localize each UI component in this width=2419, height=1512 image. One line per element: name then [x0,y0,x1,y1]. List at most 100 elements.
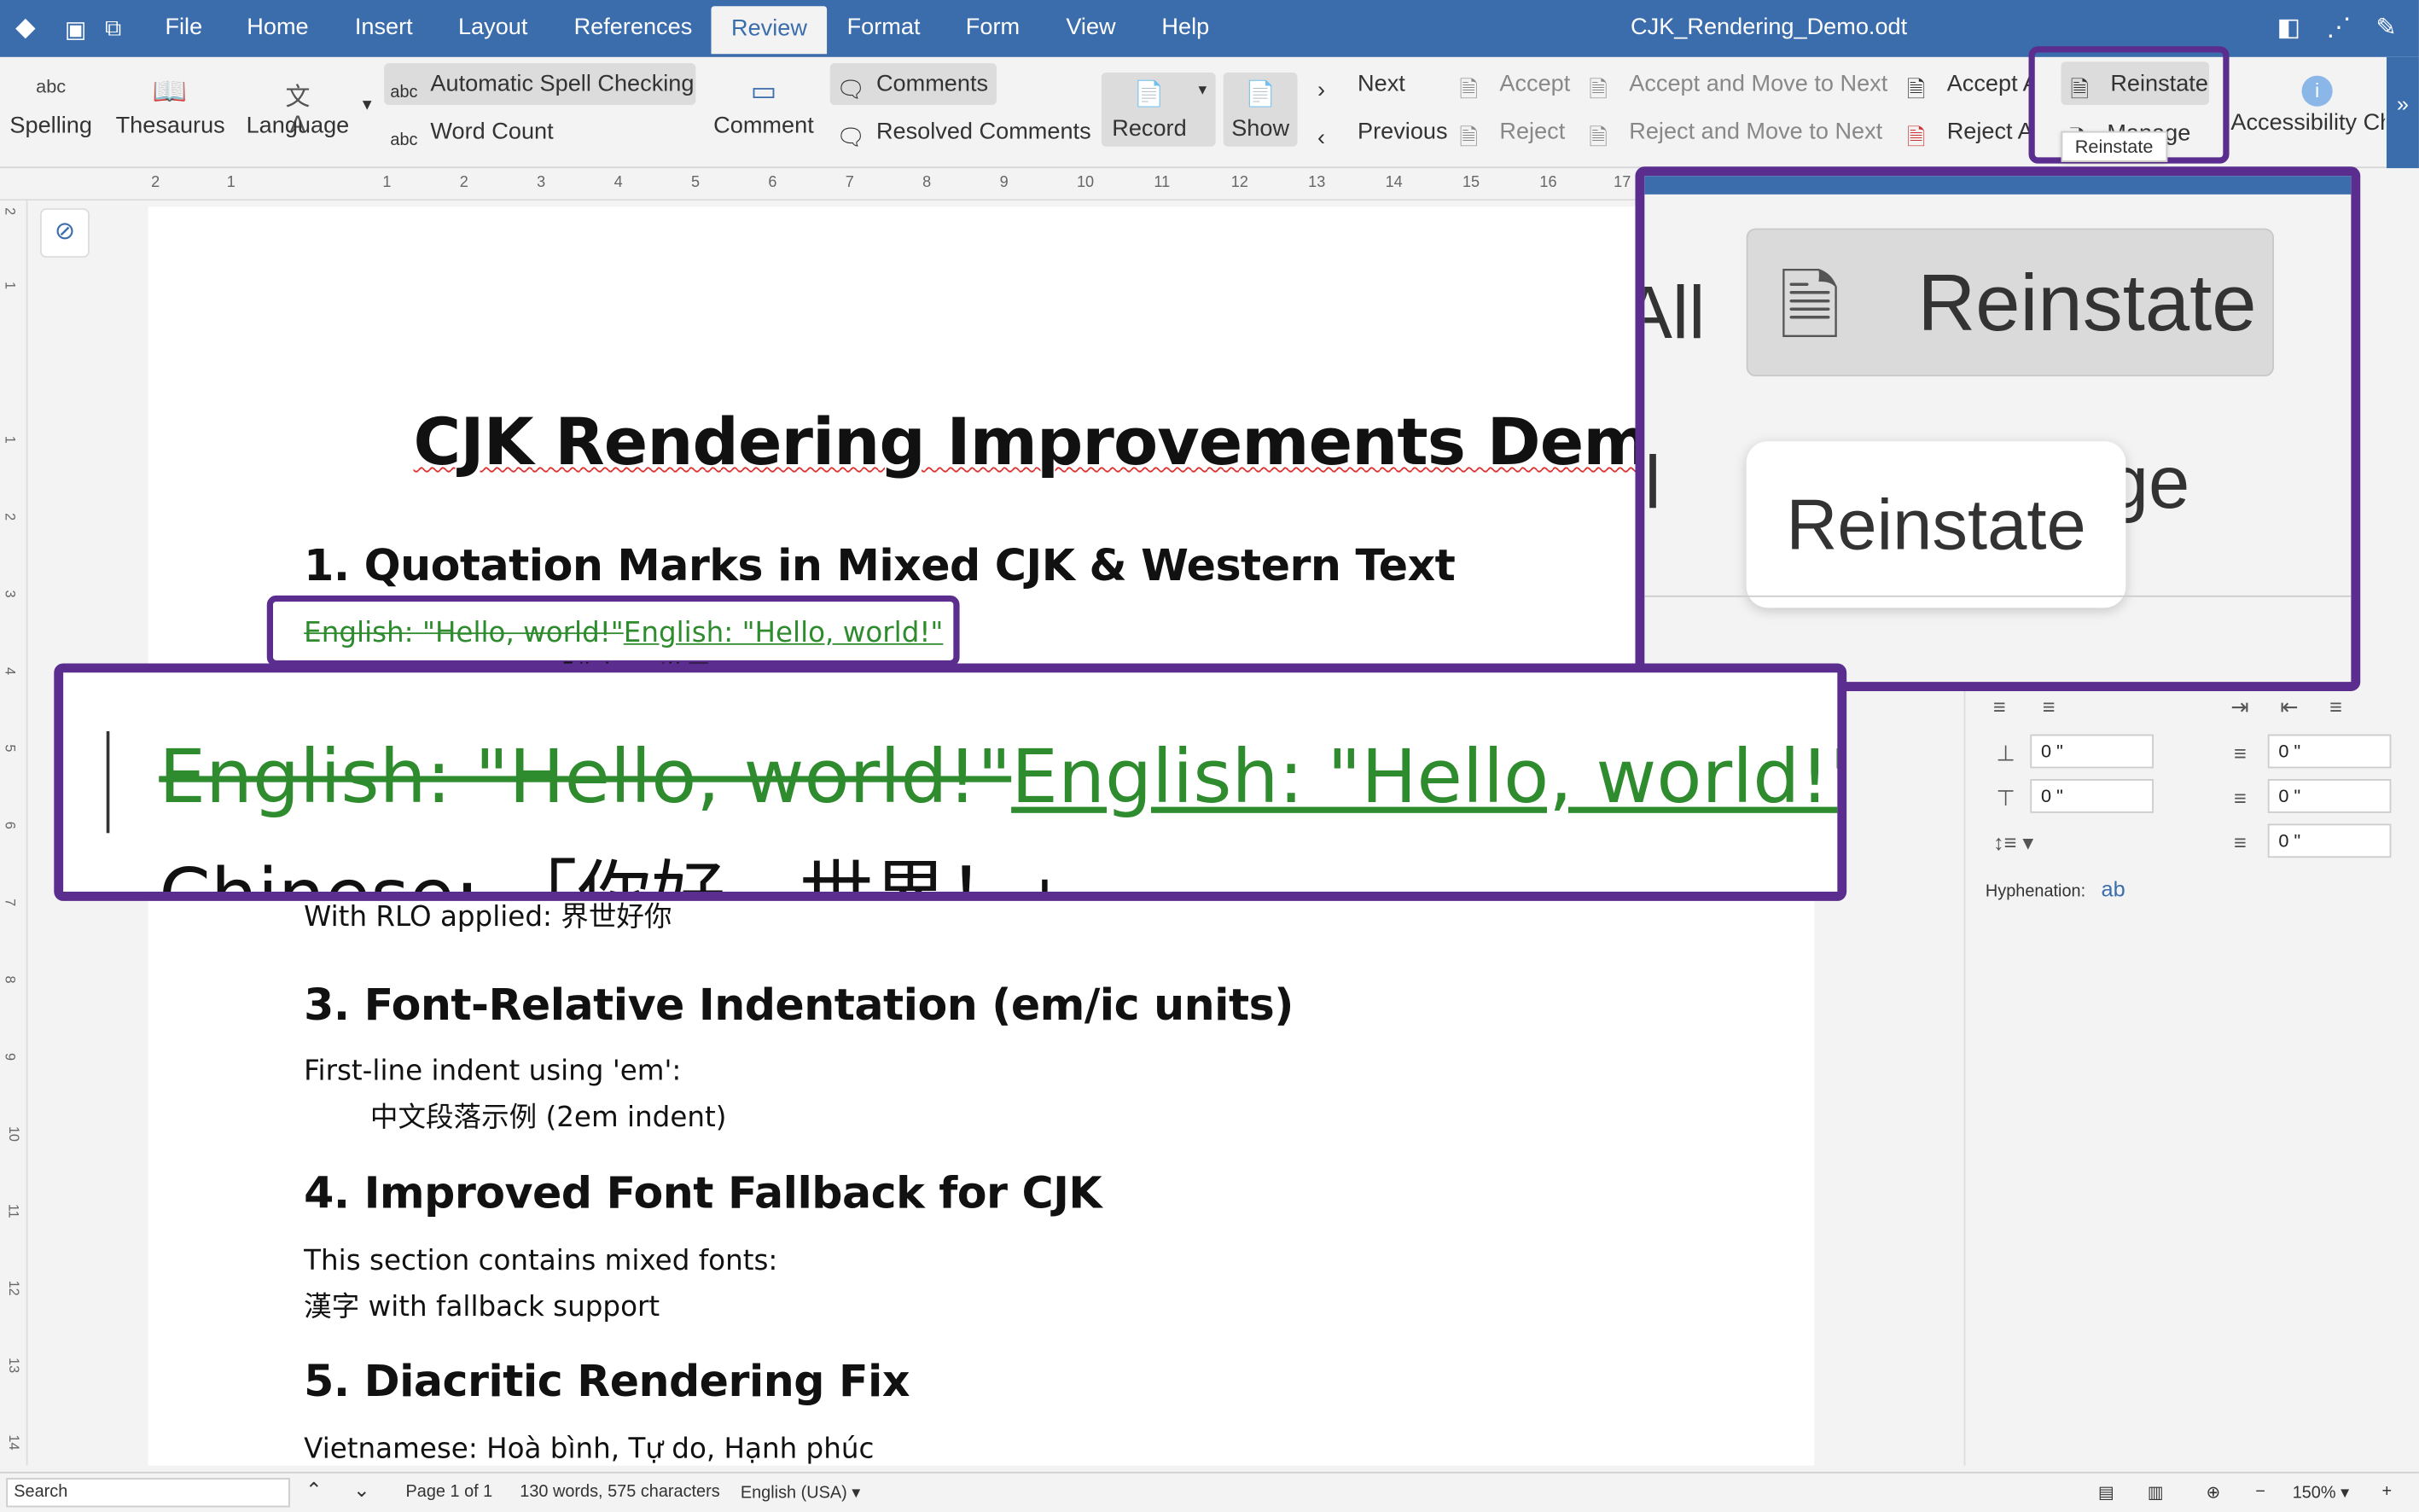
comment-icon: ▭ [750,75,777,107]
tracked-change-line[interactable]: English: "Hello, world!"English: "Hello,… [304,617,943,649]
hyphenation-label: Hyphenation: [1985,882,2086,901]
ruler-tick-label: 8 [922,174,932,192]
menu-layout[interactable]: Layout [458,14,527,40]
menu-form[interactable]: Form [966,14,1020,40]
callout-title-strip [1644,176,2352,195]
callout-left-fragment-2: l [1644,442,1661,525]
reinstate-button[interactable]: 🗎 Reinstate [2070,71,2208,104]
share-icon[interactable]: ⋰ [2326,12,2351,43]
auto-spell-toggle[interactable]: abc Automatic Spell Checking [390,71,694,111]
hyphenation-icon[interactable]: ab [2101,876,2125,901]
callout-reinstate-icon: 🗎 [1778,264,1841,351]
sidebar-toggle-icon[interactable]: ◧ [2277,12,2300,43]
menu-help[interactable]: Help [1161,14,1209,40]
find-next-icon[interactable]: ⌄ [353,1478,370,1503]
before-indent-field[interactable]: 0 " [2267,734,2392,769]
next-button[interactable]: › Next [1317,71,1405,105]
page-indicator[interactable]: Page 1 of 1 [406,1482,493,1501]
ruler-tick-label: 10 [6,1125,22,1142]
show-button[interactable]: 📄 Show [1225,79,1296,142]
reinstate-tooltip: Reinstate [2061,131,2167,162]
reject-icon: 🗎 [1459,125,1479,152]
ruler-tick-label: 14 [1385,174,1403,192]
reject-next-icon: 🗎 [1589,125,1608,152]
menu-references[interactable]: References [574,14,693,40]
chevron-right-icon: › [1317,77,1326,104]
reinstate-icon: 🗎 [2070,77,2090,104]
above-spacing-field[interactable]: 0 " [2030,734,2154,769]
callout-reinstate-label: Reinstate [1917,259,2257,349]
first-line-indent-field[interactable]: 0 " [2267,823,2392,858]
ruler-tick-label: 7 [845,174,854,192]
ruler-tick-label: 11 [1154,174,1171,192]
ruler-tick-label: 2 [2,207,18,216]
spelling-button[interactable]: abc Spelling [9,76,93,139]
edit-mode-icon[interactable]: ⧉ [105,15,121,42]
zoom-out-icon[interactable]: − [2255,1482,2265,1501]
ruler-tick-label: 1 [382,174,392,192]
word-count-button[interactable]: abc Word Count [390,119,553,159]
save-icon[interactable]: ▣ [65,15,87,44]
accept-all-button[interactable]: 🗎Accept All [1907,71,2033,103]
ribbon-expand-button[interactable]: » [2386,56,2419,169]
zoom-in-icon[interactable]: + [2382,1482,2393,1501]
reject-button[interactable]: 🗎 Reject [1459,119,1565,152]
app-logo-icon[interactable]: ◆ [15,12,36,43]
after-indent-field[interactable]: 0 " [2267,779,2392,813]
record-dropdown-icon[interactable]: ▼ [1195,82,1209,97]
below-spacing-field[interactable]: 0 " [2030,779,2154,813]
callout-tracked-line: English: "Hello, world!"English: "Hello,… [159,735,1837,821]
accessibility-check-button[interactable]: i Accessibility Check [2230,75,2385,136]
reinstate-zoom-callout: All 🗎 Reinstate l ge Reinstate [1635,166,2361,691]
review-ribbon: abc Spelling 📖 Thesaurus 文A Language ▼ a… [0,46,2419,169]
previous-button[interactable]: ‹ Previous [1317,119,1448,153]
book-view-icon[interactable]: ▥ [2148,1482,2164,1503]
resolved-comments-icon: 🗨 [835,125,866,152]
ruler-tick-label: 2 [459,174,468,192]
status-bar: Search ⌃ ⌄ Page 1 of 1 130 words, 575 ch… [0,1471,2419,1512]
menu-format[interactable]: Format [847,14,921,40]
language-dropdown-icon[interactable]: ▼ [359,97,375,114]
menu-review[interactable]: Review [711,6,828,55]
spelling-icon: abc [36,75,67,97]
navigator-icon[interactable]: ⊘ [40,208,90,258]
view-layout-icon[interactable]: ▤ [2098,1482,2114,1503]
menu-view[interactable]: View [1066,14,1115,40]
vertical-ruler[interactable]: 2 1 1 2 3 4 5 6 7 8 9 10 11 12 13 14 [0,201,28,1466]
ruler-tick-label: 4 [2,666,18,676]
heading-1: 1. Quotation Marks in Mixed CJK & Wester… [304,539,1456,591]
menu-file[interactable]: File [165,14,202,40]
zoom-icon[interactable]: ⊕ [2206,1482,2220,1503]
show-icon: 📄 [1245,81,1276,108]
callout-cursor [106,730,110,834]
inserted-text: English: "Hello, world!" [623,617,944,650]
ruler-tick-label: 1 [2,435,18,444]
horizontal-ruler[interactable]: 2 1 1 2 3 4 5 6 7 8 9 10 11 12 13 14 15 16 17 [0,169,1636,201]
accept-move-next-button[interactable]: 🗎 Accept and Move to Next [1589,71,1887,103]
settings-icon[interactable]: ✎ [2375,12,2396,43]
reject-all-button[interactable]: 🗎Reject All [1906,119,2033,152]
record-icon: 📄 [1133,81,1165,108]
comment-button[interactable]: ▭ Comment [710,76,818,139]
line-spacing-icon[interactable]: ↕≡ ▾ [1993,830,2033,857]
reject-move-next-button[interactable]: 🗎 Reject and Move to Next [1589,119,1882,152]
ruler-tick-label: 8 [2,975,18,984]
language-button[interactable]: 文A Language [244,76,352,138]
resolved-comments-button[interactable]: 🗨 Resolved Comments [836,119,1091,151]
zoom-level[interactable]: 150% ▾ [2293,1482,2349,1503]
hanging-indent-icon: ≡ [2329,694,2342,719]
comments-button[interactable]: 🗨 Comments [836,71,988,103]
reject-all-icon: 🗎 [1906,125,1926,152]
accept-button[interactable]: 🗎 Accept [1459,71,1570,103]
record-button[interactable]: 📄 Record [1105,79,1195,142]
thesaurus-button[interactable]: 📖 Thesaurus [116,76,225,139]
indent-decrease-icon: ⇤ [2280,694,2299,719]
menu-home[interactable]: Home [247,14,308,40]
ruler-tick-label: 15 [1462,174,1480,192]
language-status[interactable]: English (USA) ▾ [741,1482,860,1503]
menu-insert[interactable]: Insert [355,14,413,40]
word-count-status[interactable]: 130 words, 575 characters [520,1482,719,1501]
ruler-tick-label: 11 [5,1203,21,1218]
search-input[interactable]: Search [6,1478,290,1508]
find-previous-icon[interactable]: ⌃ [305,1478,323,1503]
